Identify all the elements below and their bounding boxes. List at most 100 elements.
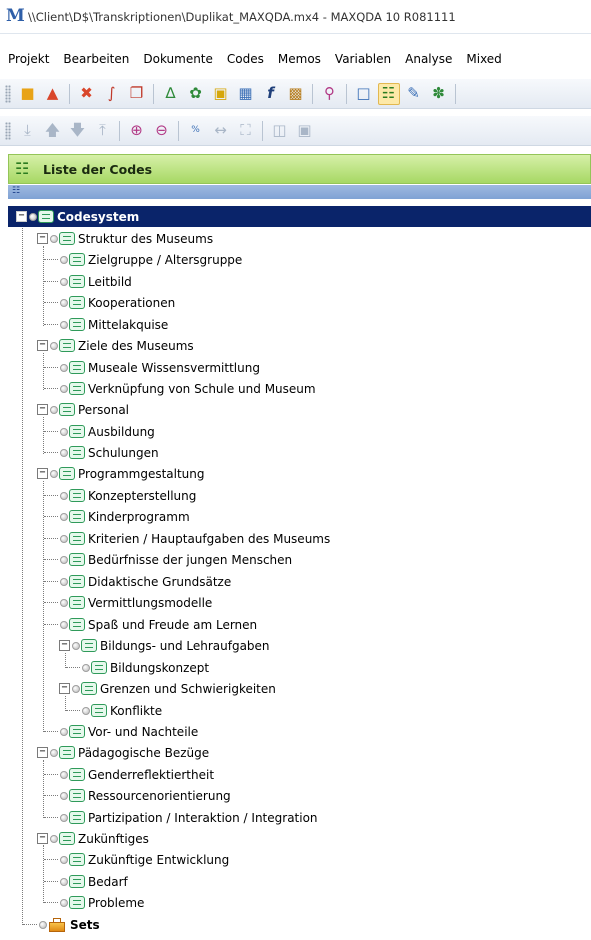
toolbar-grip[interactable] bbox=[5, 121, 11, 140]
edit-memo-icon[interactable]: ✎ bbox=[403, 83, 425, 105]
tree-root[interactable]: − Codesystem bbox=[8, 206, 591, 227]
activation-dot-icon[interactable] bbox=[50, 405, 58, 414]
activation-dot-icon[interactable] bbox=[50, 469, 58, 478]
tree-item[interactable]: Partizipation / Interaktion / Integratio… bbox=[44, 807, 318, 828]
tree-item[interactable]: Bildungskonzept bbox=[66, 657, 209, 678]
tree-item[interactable]: Bedürfnisse der jungen Menschen bbox=[44, 549, 292, 570]
up-icon[interactable]: 🡅 bbox=[42, 120, 64, 142]
activation-dot-icon[interactable] bbox=[60, 298, 68, 307]
activation-dot-icon[interactable] bbox=[60, 255, 68, 264]
zoom-100-icon[interactable]: % bbox=[185, 120, 207, 142]
activation-dot-icon[interactable] bbox=[60, 534, 68, 543]
tree-item[interactable]: Kriterien / Hauptaufgaben des Museums bbox=[44, 528, 330, 549]
tree-item[interactable]: Schulungen bbox=[44, 442, 159, 463]
fit-width-icon[interactable]: ↔ bbox=[210, 120, 232, 142]
tree-item[interactable]: Ausbildung bbox=[44, 421, 155, 442]
link-icon[interactable]: ∫ bbox=[101, 83, 123, 105]
tree-item[interactable]: Vermittlungsmodelle bbox=[44, 592, 212, 613]
tree-item[interactable]: Ressourcenorientierung bbox=[44, 785, 231, 806]
tree-group[interactable]: − Struktur des Museums bbox=[37, 228, 213, 249]
activation-dot-icon[interactable] bbox=[60, 598, 68, 607]
tree-item[interactable]: Didaktische Grundsätze bbox=[44, 571, 231, 592]
function-icon[interactable]: f bbox=[260, 83, 282, 105]
toolbar-grip[interactable] bbox=[5, 84, 11, 103]
copy-icon[interactable]: ❐ bbox=[126, 83, 148, 105]
tree-item[interactable]: Konflikte bbox=[66, 700, 162, 721]
collapse-icon[interactable]: − bbox=[37, 340, 48, 351]
menu-mixed[interactable]: Mixed bbox=[459, 52, 508, 66]
retrieve-icon[interactable]: ∆ bbox=[160, 83, 182, 105]
menu-dokumente[interactable]: Dokumente bbox=[136, 52, 220, 66]
activation-dot-icon[interactable] bbox=[39, 920, 47, 929]
search-icon[interactable]: ⚲ bbox=[319, 83, 341, 105]
table-icon[interactable]: ▦ bbox=[235, 83, 257, 105]
activation-dot-icon[interactable] bbox=[50, 341, 58, 350]
memo-icon[interactable]: ▣ bbox=[210, 83, 232, 105]
down-icon[interactable]: 🡇 bbox=[67, 120, 89, 142]
collapse-icon[interactable]: − bbox=[59, 640, 70, 651]
split-icon[interactable]: ◫ bbox=[269, 120, 291, 142]
collapse-icon[interactable]: − bbox=[37, 833, 48, 844]
window-icon[interactable]: □ bbox=[353, 83, 375, 105]
activate-icon[interactable]: ✿ bbox=[185, 83, 207, 105]
tree-item[interactable]: Genderreflektiertheit bbox=[44, 764, 214, 785]
activation-dot-icon[interactable] bbox=[72, 641, 80, 650]
activation-dot-icon[interactable] bbox=[60, 277, 68, 286]
activation-dot-icon[interactable] bbox=[60, 384, 68, 393]
first-icon[interactable]: ⤓ bbox=[17, 120, 39, 142]
collapse-icon[interactable]: − bbox=[37, 747, 48, 758]
activation-dot-icon[interactable] bbox=[60, 555, 68, 564]
cut-icon[interactable]: ✖ bbox=[76, 83, 98, 105]
code-system-icon[interactable]: ☷ bbox=[377, 82, 400, 105]
last-icon[interactable]: ⤒ bbox=[92, 120, 114, 142]
tree-item[interactable]: Spaß und Freude am Lernen bbox=[44, 614, 257, 635]
tree-group[interactable]: − Programmgestaltung bbox=[37, 463, 205, 484]
activation-dot-icon[interactable] bbox=[60, 898, 68, 907]
tree-group[interactable]: − Zukünftiges bbox=[37, 828, 149, 849]
tree-item[interactable]: Konzepterstellung bbox=[44, 485, 196, 506]
collapse-icon[interactable]: − bbox=[37, 404, 48, 415]
activation-dot-icon[interactable] bbox=[60, 512, 68, 521]
activation-dot-icon[interactable] bbox=[60, 770, 68, 779]
activation-dot-icon[interactable] bbox=[60, 320, 68, 329]
fit-page-icon[interactable]: ⛶ bbox=[235, 120, 257, 142]
activation-dot-icon[interactable] bbox=[72, 684, 80, 693]
activation-dot-icon[interactable] bbox=[50, 834, 58, 843]
activation-dot-icon[interactable] bbox=[60, 877, 68, 886]
book-icon[interactable]: ▩ bbox=[285, 83, 307, 105]
tree-sets[interactable]: Sets bbox=[23, 914, 100, 935]
activation-dot-icon[interactable] bbox=[60, 448, 68, 457]
collapse-icon[interactable]: − bbox=[37, 233, 48, 244]
activation-dot-icon[interactable] bbox=[60, 427, 68, 436]
activation-dot-icon[interactable] bbox=[60, 491, 68, 500]
open-folder-icon[interactable]: ■ bbox=[17, 83, 39, 105]
collapse-icon[interactable]: − bbox=[59, 683, 70, 694]
activation-dot-icon[interactable] bbox=[60, 727, 68, 736]
tree-group[interactable]: − Ziele des Museums bbox=[37, 335, 194, 356]
menu-analyse[interactable]: Analyse bbox=[398, 52, 459, 66]
activation-dot-icon[interactable] bbox=[50, 748, 58, 757]
activation-dot-icon[interactable] bbox=[60, 855, 68, 864]
tree-item[interactable]: Probleme bbox=[44, 892, 144, 913]
menu-projekt[interactable]: Projekt bbox=[0, 52, 56, 66]
tree-item[interactable]: Bedarf bbox=[44, 871, 128, 892]
menu-variablen[interactable]: Variablen bbox=[328, 52, 398, 66]
tree-item[interactable]: Verknüpfung von Schule und Museum bbox=[44, 378, 316, 399]
activation-dot-icon[interactable] bbox=[82, 663, 90, 672]
frame-icon[interactable]: ▣ bbox=[294, 120, 316, 142]
activation-dot-icon[interactable] bbox=[60, 363, 68, 372]
open-project-icon[interactable]: ▲ bbox=[42, 83, 64, 105]
tree-item[interactable]: Leitbild bbox=[44, 271, 132, 292]
zoom-in-icon[interactable]: ⊕ bbox=[126, 120, 148, 142]
collapse-icon[interactable]: − bbox=[37, 468, 48, 479]
activation-dot-icon[interactable] bbox=[60, 577, 68, 586]
tree-item[interactable]: Vor- und Nachteile bbox=[44, 721, 198, 742]
tree-group[interactable]: − Pädagogische Bezüge bbox=[37, 742, 209, 763]
tree-item[interactable]: Zielgruppe / Altersgruppe bbox=[44, 249, 242, 270]
tree-subgroup[interactable]: − Bildungs- und Lehraufgaben bbox=[59, 635, 270, 656]
menu-codes[interactable]: Codes bbox=[220, 52, 271, 66]
activation-dot-icon[interactable] bbox=[82, 706, 90, 715]
activation-dot-icon[interactable] bbox=[60, 791, 68, 800]
tree-small-icon[interactable]: ☷ bbox=[12, 186, 22, 196]
tree-item[interactable]: Kinderprogramm bbox=[44, 506, 190, 527]
